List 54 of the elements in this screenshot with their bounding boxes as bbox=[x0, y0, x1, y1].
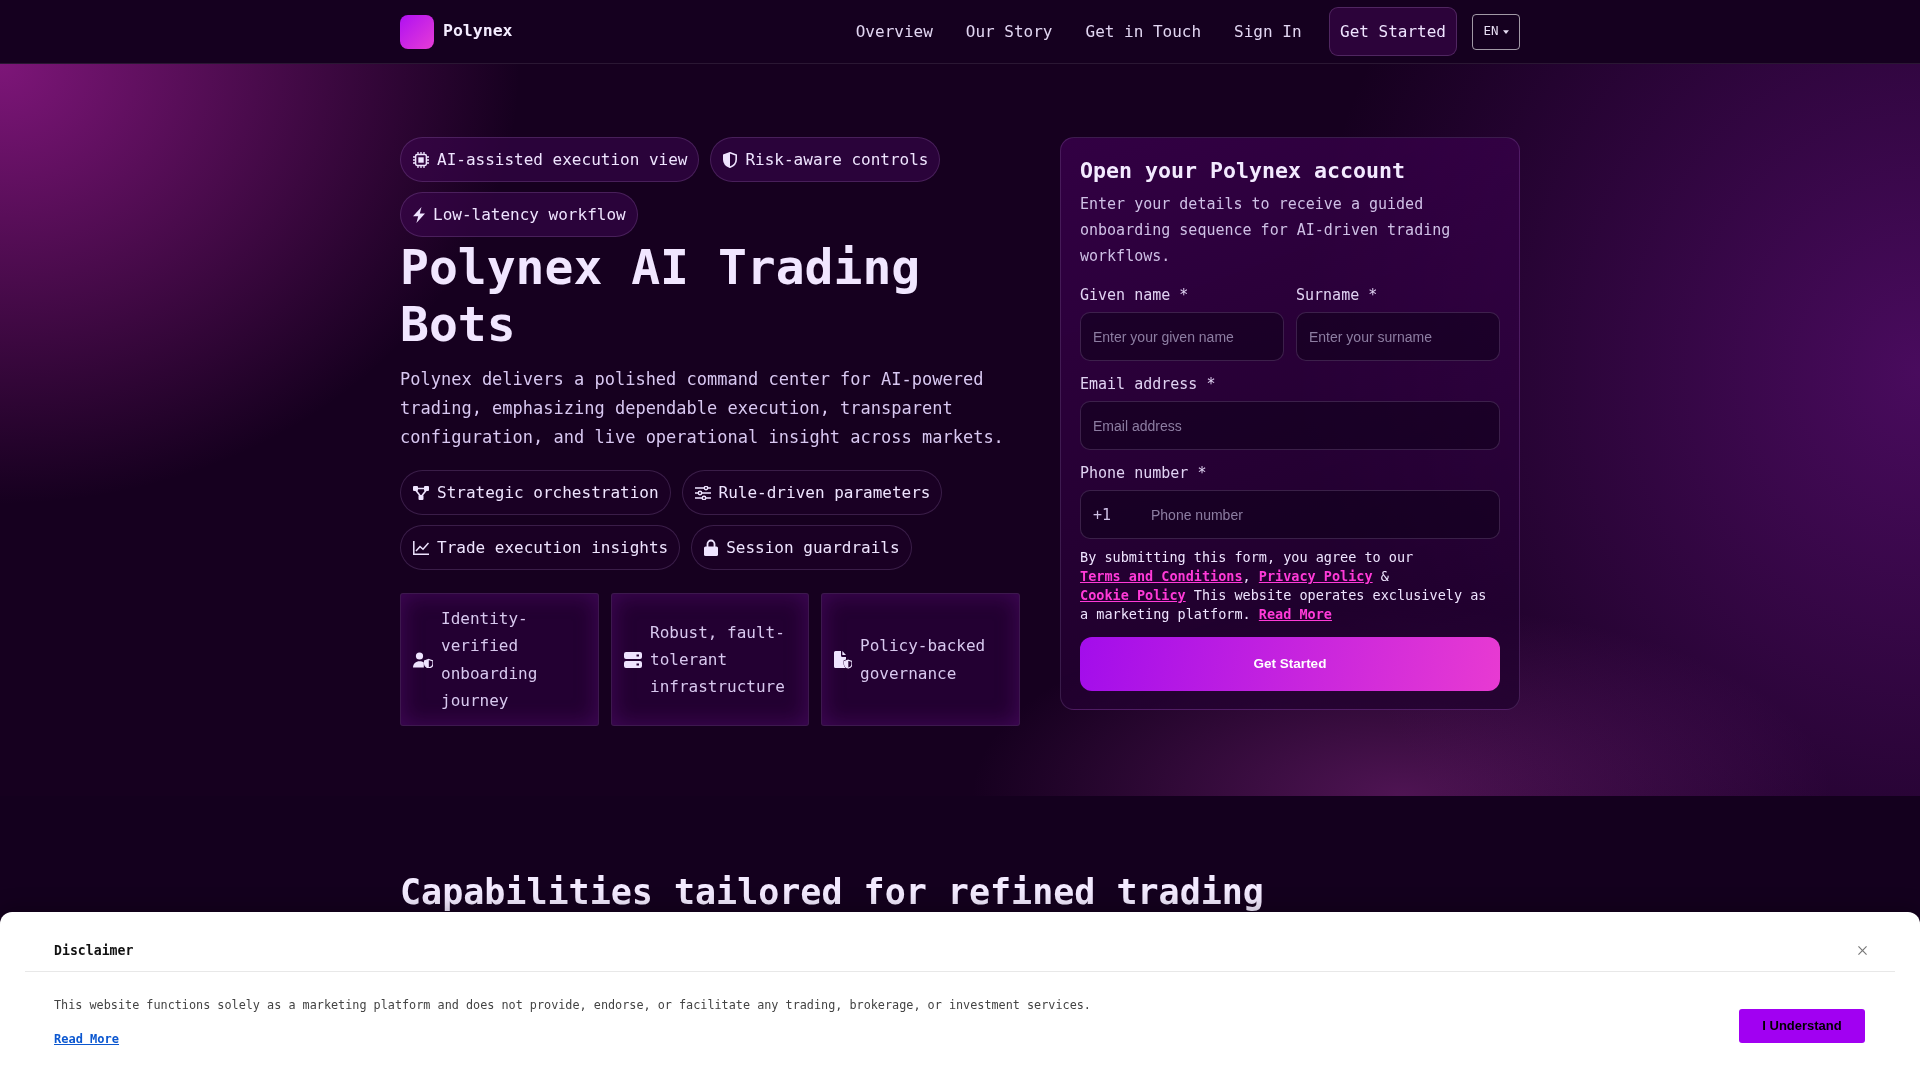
email-field[interactable]: Email address bbox=[1080, 401, 1500, 450]
hero-title: Polynex AI Trading Bots bbox=[400, 239, 922, 353]
field-label: Phone number * bbox=[1080, 463, 1208, 483]
feature-text: Robust, fault-tolerant infrastructure bbox=[650, 621, 786, 699]
nav-link[interactable]: Our Story bbox=[949, 11, 1069, 52]
tag-label: Rule-driven parameters bbox=[718, 481, 931, 504]
nodes-icon bbox=[413, 485, 429, 500]
language-dropdown[interactable]: EN bbox=[1472, 13, 1520, 50]
submit-button[interactable]: Get Started bbox=[1080, 637, 1500, 691]
logo-icon bbox=[400, 14, 434, 49]
tag-label: Trade execution insights bbox=[437, 536, 669, 559]
user-shield-icon bbox=[413, 651, 433, 668]
name-field[interactable]: Enter your surname bbox=[1296, 312, 1500, 361]
tag-label: Risk-aware controls bbox=[745, 148, 929, 171]
form-description: Enter your details to receive a guided onboarding sequence for AI-driven trading workflows. bbox=[1080, 194, 1452, 267]
policy-link[interactable]: Cookie Policy bbox=[1080, 587, 1186, 603]
nav-link[interactable]: Sign In bbox=[1217, 11, 1319, 52]
nav-link[interactable]: Overview bbox=[839, 11, 950, 52]
cpu-icon bbox=[413, 151, 429, 168]
hero-description: Polynex delivers a polished command center for AI-powered trading, emphasizing dependable execution, transparent configuration, and live operational insight across markets. bbox=[400, 368, 1005, 449]
nav-link[interactable]: Get in Touch bbox=[1069, 11, 1218, 52]
shield-icon bbox=[723, 151, 738, 168]
close-button[interactable] bbox=[1855, 943, 1870, 958]
field-label: Email address * bbox=[1080, 374, 1217, 394]
field-label: Surname * bbox=[1296, 285, 1379, 305]
policy-link[interactable]: Terms and Conditions bbox=[1080, 568, 1243, 584]
line-chart-icon bbox=[413, 540, 429, 555]
field-label: Given name * bbox=[1080, 285, 1190, 305]
country-code: +1 bbox=[1093, 504, 1112, 525]
understand-button[interactable]: I Understand bbox=[1739, 1009, 1865, 1043]
disclaimer-text: This website functions solely as a marketing platform and does not provide, endorse, or facilitate any trading, brokerage, or investment services. bbox=[54, 997, 1091, 1014]
brand-link[interactable]: Polynex bbox=[400, 14, 513, 49]
feature-text: Policy-backed governance bbox=[860, 635, 987, 685]
policy-link[interactable]: Read More bbox=[1258, 606, 1332, 622]
close-icon bbox=[1858, 946, 1867, 955]
tag-label: Strategic orchestration bbox=[437, 481, 659, 504]
server-icon bbox=[624, 651, 642, 668]
caret-icon bbox=[1502, 29, 1509, 34]
sliders-icon bbox=[694, 485, 711, 500]
tag-label: Session guardrails bbox=[726, 536, 900, 559]
get-started-button[interactable]: Get Started bbox=[1329, 7, 1457, 56]
name-field[interactable]: Enter your given name bbox=[1080, 312, 1284, 361]
tag-label: AI-assisted execution view bbox=[437, 148, 688, 171]
form-title: Open your Polynex account bbox=[1080, 157, 1406, 185]
consent-text: By submitting this form, you agree to our Terms and Conditions, Privacy Policy & Cookie Policy This website operates exclusively as a marketing platform. Read More bbox=[1080, 548, 1488, 624]
read-more-link[interactable]: Read More bbox=[54, 1032, 120, 1046]
tag-label: Low-latency workflow bbox=[433, 203, 626, 226]
document-shield-icon bbox=[834, 650, 852, 669]
lock-icon bbox=[704, 539, 719, 556]
section-title: Capabilities tailored for refined trading bbox=[400, 871, 1265, 913]
feature-text: Identity-verified onboarding journey bbox=[441, 608, 539, 712]
lightning-icon bbox=[413, 206, 425, 223]
disclaimer-title: Disclaimer bbox=[54, 942, 134, 959]
policy-link[interactable]: Privacy Policy bbox=[1258, 568, 1373, 584]
